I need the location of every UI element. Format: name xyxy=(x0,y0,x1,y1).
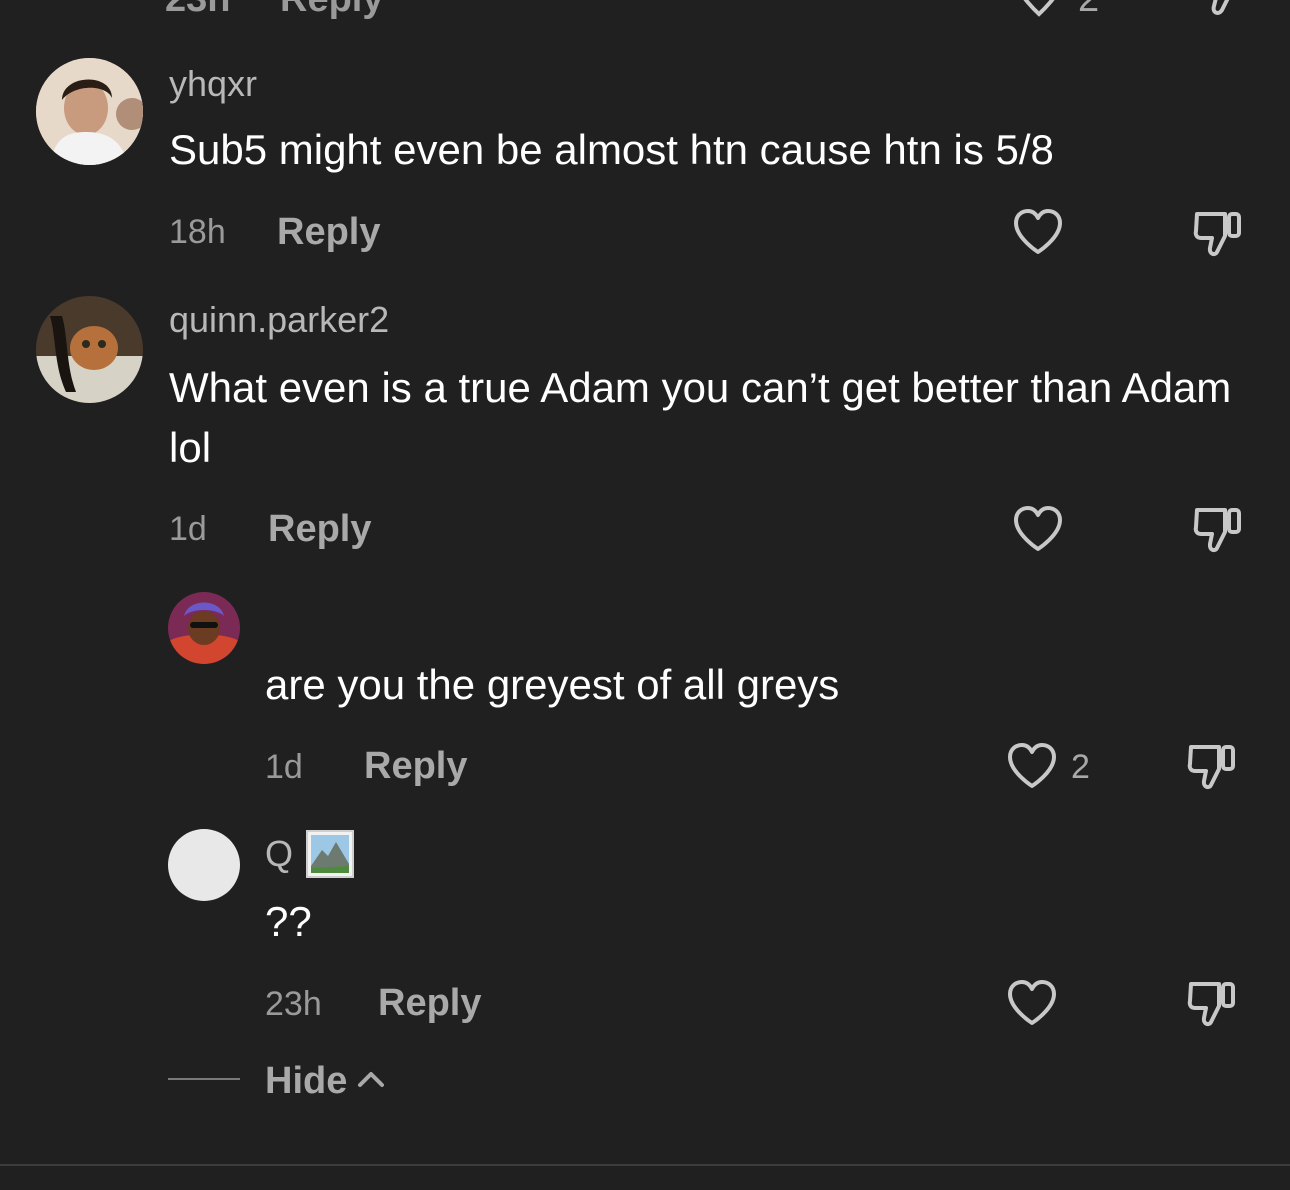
heart-outline-icon[interactable] xyxy=(1006,979,1058,1032)
avatar-reply-user[interactable] xyxy=(168,592,240,664)
top-partial-time: 23h xyxy=(165,0,230,18)
avatar-quinn-parker2[interactable] xyxy=(36,296,143,403)
reply-time: 1d xyxy=(265,748,303,786)
top-partial-like-icon[interactable] xyxy=(1013,0,1065,25)
hide-label: Hide xyxy=(265,1060,348,1102)
avatar-default[interactable] xyxy=(168,829,240,901)
reply-button[interactable]: Reply xyxy=(277,213,380,251)
reply-button[interactable]: Reply xyxy=(268,510,371,548)
avatar-yhqxr[interactable] xyxy=(36,58,143,165)
mountain-picture-icon xyxy=(306,830,354,878)
comment-text: Sub5 might even be almost htn cause htn … xyxy=(169,126,1054,173)
thumbs-down-icon[interactable] xyxy=(1185,978,1239,1033)
comment-time: 1d xyxy=(169,510,207,548)
thumbs-down-icon[interactable] xyxy=(1191,504,1245,559)
thumbs-down-icon[interactable] xyxy=(1191,208,1245,263)
bottom-separator xyxy=(0,1164,1290,1166)
heart-outline-icon[interactable] xyxy=(1012,505,1064,558)
top-partial-reaction-avatars xyxy=(432,0,488,18)
reply-text: ?? xyxy=(265,898,312,945)
top-partial-dislike-icon[interactable] xyxy=(1192,0,1244,25)
username-quinn-parker2[interactable]: quinn.parker2 xyxy=(169,302,389,338)
comment-time: 18h xyxy=(169,213,226,251)
hide-replies-button[interactable]: Hide xyxy=(265,1062,385,1100)
thumbs-down-icon[interactable] xyxy=(1185,741,1239,796)
username-q[interactable]: Q xyxy=(265,836,293,872)
chevron-up-icon xyxy=(357,1069,385,1094)
reply-button[interactable]: Reply xyxy=(364,747,467,785)
top-partial-like-count: 2 xyxy=(1078,0,1099,18)
like-count: 2 xyxy=(1071,748,1090,786)
heart-outline-icon[interactable] xyxy=(1006,742,1058,795)
comment-text: What even is a true Adam you can’t get b… xyxy=(169,364,1232,471)
reply-text: are you the greyest of all greys xyxy=(265,661,840,708)
reply-button[interactable]: Reply xyxy=(378,984,481,1022)
username-yhqxr[interactable]: yhqxr xyxy=(169,66,257,102)
reply-time: 23h xyxy=(265,985,322,1023)
heart-outline-icon[interactable] xyxy=(1012,208,1064,261)
top-partial-reply-button[interactable]: Reply xyxy=(280,0,383,18)
thread-divider-line xyxy=(168,1078,240,1080)
